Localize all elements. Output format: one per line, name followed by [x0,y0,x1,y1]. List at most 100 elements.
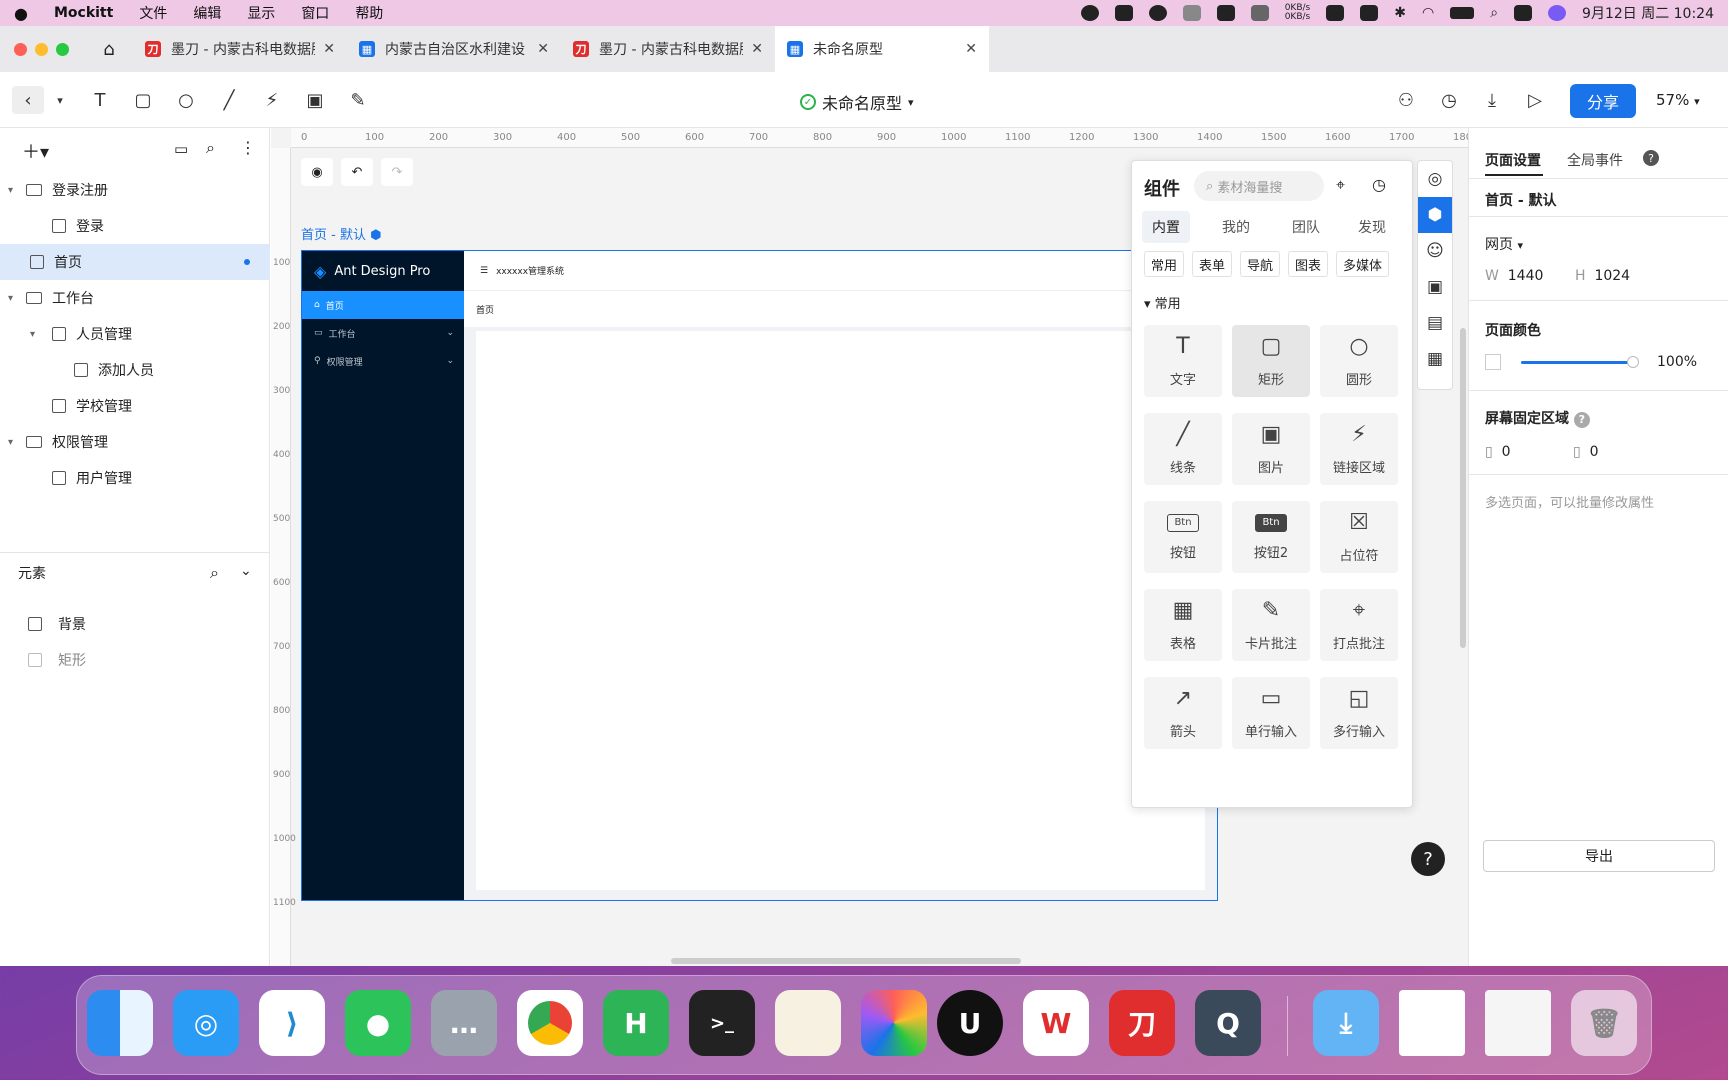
quicktime-icon[interactable]: Q [1195,990,1261,1056]
tree-item-folder[interactable]: ▾ 工作台 [0,280,270,316]
close-tab-icon[interactable]: ✕ [537,41,549,57]
layout-icon[interactable]: ▦ [1418,341,1452,377]
bluetooth-icon[interactable]: ✱ [1394,5,1406,21]
undo-icon[interactable]: ↶ [341,158,373,186]
grid-icon[interactable] [1114,5,1133,21]
recent-doc-thumbnail[interactable] [1485,990,1551,1056]
component-tile[interactable]: ☒ 占位符 [1320,501,1398,573]
modao-icon[interactable]: 刀 [1109,990,1175,1056]
opacity-slider[interactable] [1521,361,1633,364]
component-tile[interactable]: ▭ 单行输入 [1232,677,1310,749]
close-tab-icon[interactable]: ✕ [965,41,977,57]
spotlight-icon[interactable]: ⌕ [1490,5,1498,21]
browser-tab[interactable]: 刀 墨刀 - 内蒙古科电数据服 ✕ [133,26,347,72]
cloud-icon[interactable] [1216,5,1235,21]
chip-chart[interactable]: 图表 [1288,251,1329,277]
terminal-icon[interactable]: >_ [689,990,755,1056]
menu-edit[interactable]: 编辑 [193,3,221,23]
browser-tab-active[interactable]: ▦ 未命名原型 ✕ [775,26,989,72]
emoji-icon[interactable]: ☺ [1418,233,1452,269]
height-field[interactable]: H 1024 [1575,268,1630,284]
artboard[interactable]: ◈ Ant Design Pro ⌂ 首页 ▭ 工作台 ⌄ ⚲ 权限管理 ⌄ ☰ xxxx… [301,250,1218,901]
record-icon[interactable] [1080,5,1099,21]
horizontal-scrollbar[interactable] [671,958,1021,964]
zoom-level[interactable]: 57% ▾ [1656,91,1700,109]
close-tab-icon[interactable]: ✕ [323,41,335,57]
link-area-tool-icon[interactable]: ⚡ [258,86,286,114]
image-tool-icon[interactable]: ▣ [301,86,329,114]
design-canvas[interactable]: 0 100 200 300 400 500 600 700 800 900 1000 1100 1200… [271,128,1468,966]
wps-icon[interactable]: W [1023,990,1089,1056]
tab-builtin[interactable]: 内置 [1142,211,1190,243]
circle-tool-icon[interactable]: ○ [172,86,200,114]
component-tile[interactable]: Btn 按钮 [1144,501,1222,573]
tree-item-page[interactable]: 学校管理 [0,388,270,424]
menu-app-name[interactable]: Mockitt [54,5,113,21]
image-icon[interactable]: ▣ [1418,269,1452,305]
tree-item-folder[interactable]: ▾ 权限管理 [0,424,270,460]
wechat-icon[interactable]: ● [345,990,411,1056]
line-tool-icon[interactable]: ╱ [215,86,243,114]
tree-item-folder[interactable]: ▾ 登录注册 [0,172,270,208]
back-icon[interactable]: ‹ [12,86,44,114]
opacity-slider-handle[interactable] [1627,356,1639,368]
caret-down-icon[interactable]: ▾ [8,437,22,448]
opacity-value[interactable]: 100% [1657,354,1697,370]
document-title[interactable]: ✓ 未命名原型 ▾ [800,90,914,114]
apple-icon[interactable]: ● [14,4,28,23]
fixed-top-field[interactable]: ▯ 0 [1485,444,1511,460]
tab-team[interactable]: 团队 [1292,217,1320,237]
component-tile[interactable]: ╱ 线条 [1144,413,1222,485]
downloads-folder-icon[interactable]: ⤓ [1313,990,1379,1056]
chat-app-icon[interactable]: … [431,990,497,1056]
preview-play-icon[interactable]: ▷ [1521,86,1549,114]
component-tile[interactable]: ▣ 图片 [1232,413,1310,485]
download-icon[interactable]: ⤓ [1478,86,1506,114]
control-center-icon[interactable] [1514,5,1533,21]
artboard-label[interactable]: 首页 - 默认 ⬢ [301,224,381,243]
menu-window[interactable]: 窗口 [301,3,329,23]
recent-window-thumbnail[interactable] [1399,990,1465,1056]
export-button[interactable]: 导出 [1483,840,1715,872]
component-tile[interactable]: ◱ 多行输入 [1320,677,1398,749]
element-item[interactable]: 矩形 [0,642,270,678]
finder-icon[interactable] [87,990,153,1056]
tree-item-page[interactable]: ▾ 人员管理 [0,316,270,352]
component-tile[interactable]: ⌖ 打点批注 [1320,589,1398,661]
menu-file[interactable]: 文件 [139,3,167,23]
help-circle-icon[interactable]: ? [1643,150,1659,166]
unreal-engine-icon[interactable]: U [937,990,1003,1056]
add-page-icon[interactable]: ＋▾ [22,138,49,164]
more-icon[interactable]: ⋮ [240,138,256,157]
history-dropdown-icon[interactable]: ▾ [46,86,74,114]
redo-icon[interactable]: ↷ [381,158,413,186]
fixed-bottom-field[interactable]: ▯ 0 [1573,444,1599,460]
history-icon[interactable]: ◷ [1372,175,1386,194]
menu-help[interactable]: 帮助 [355,3,383,23]
tree-item-page[interactable]: 登录 [0,208,270,244]
search-icon[interactable]: ⌕ [210,563,219,583]
menu-view[interactable]: 显示 [247,3,275,23]
battery-icon[interactable] [1450,7,1475,19]
chip-common[interactable]: 常用 [1144,251,1185,277]
close-tab-icon[interactable]: ✕ [751,41,763,57]
component-tile[interactable]: Btn 按钮2 [1232,501,1310,573]
stripe-icon[interactable] [1182,5,1201,21]
component-tile[interactable]: ⚡ 链接区域 [1320,413,1398,485]
tab-global-events[interactable]: 全局事件 [1567,150,1623,170]
caret-down-icon[interactable]: ▾ [30,329,44,340]
tab-mine[interactable]: 我的 [1222,217,1250,237]
component-tile[interactable]: ↗ 箭头 [1144,677,1222,749]
component-tile[interactable]: T 文字 [1144,325,1222,397]
history-icon[interactable]: ◷ [1435,86,1463,114]
clock[interactable]: 9月12日 周二 10:24 [1582,3,1714,23]
rectangle-tool-icon[interactable]: ▢ [129,86,157,114]
chrome-icon[interactable] [517,990,583,1056]
tree-item-page[interactable]: 添加人员 [0,352,270,388]
element-item[interactable]: 背景 [0,606,270,642]
caret-down-icon[interactable]: ▾ [8,185,22,196]
browser-tab[interactable]: 刀 墨刀 - 内蒙古科电数据服 ✕ [561,26,775,72]
more-tools-icon[interactable]: ✎ [344,86,372,114]
vertical-scrollbar[interactable] [1460,328,1466,648]
photos-icon[interactable] [861,990,927,1056]
